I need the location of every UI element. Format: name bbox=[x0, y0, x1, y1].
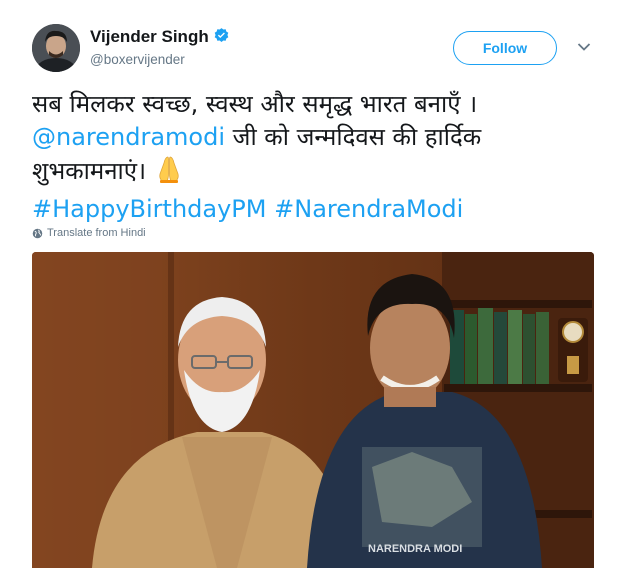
display-name[interactable]: Vijender Singh bbox=[90, 27, 230, 49]
translate-label[interactable]: Translate from Hindi bbox=[47, 227, 146, 239]
display-name-text[interactable]: Vijender Singh bbox=[90, 27, 209, 46]
folded-hands-emoji-icon bbox=[154, 154, 184, 193]
hashtag-link-happybirthdaypm[interactable]: #HappyBirthdayPM bbox=[32, 195, 266, 223]
globe-icon bbox=[32, 228, 43, 238]
tweet-line-2: @narendramodi जी को जन्मदिवस की हार्दिक bbox=[32, 121, 612, 154]
tweet-line-4: #HappyBirthdayPM #NarendraModi bbox=[32, 193, 612, 226]
translate-link[interactable]: Translate from Hindi bbox=[32, 227, 146, 239]
user-handle[interactable]: @boxervijender bbox=[90, 52, 185, 67]
tweet-text: सब मिलकर स्वच्छ, स्वस्थ और समृद्ध भारत ब… bbox=[32, 88, 612, 226]
verified-badge-icon bbox=[213, 27, 230, 49]
hashtag-link-narendramodi[interactable]: #NarendraModi bbox=[274, 195, 463, 223]
avatar[interactable] bbox=[32, 24, 80, 72]
mention-link[interactable]: @narendramodi bbox=[32, 123, 225, 151]
tweet-line-3: शुभकामनाएं। bbox=[32, 154, 612, 193]
shirt-text: NARENDRA MODI bbox=[368, 543, 462, 555]
chevron-down-icon[interactable] bbox=[577, 42, 591, 52]
tweet-line-1: सब मिलकर स्वच्छ, स्वस्थ और समृद्ध भारत ब… bbox=[32, 90, 478, 118]
follow-button[interactable]: Follow bbox=[453, 31, 557, 65]
tweet-line-2-text: जी को जन्मदिवस की हार्दिक bbox=[225, 123, 482, 151]
tweet-line-3-text: शुभकामनाएं। bbox=[32, 157, 147, 185]
tweet-photo[interactable]: NARENDRA MODI bbox=[32, 252, 594, 568]
